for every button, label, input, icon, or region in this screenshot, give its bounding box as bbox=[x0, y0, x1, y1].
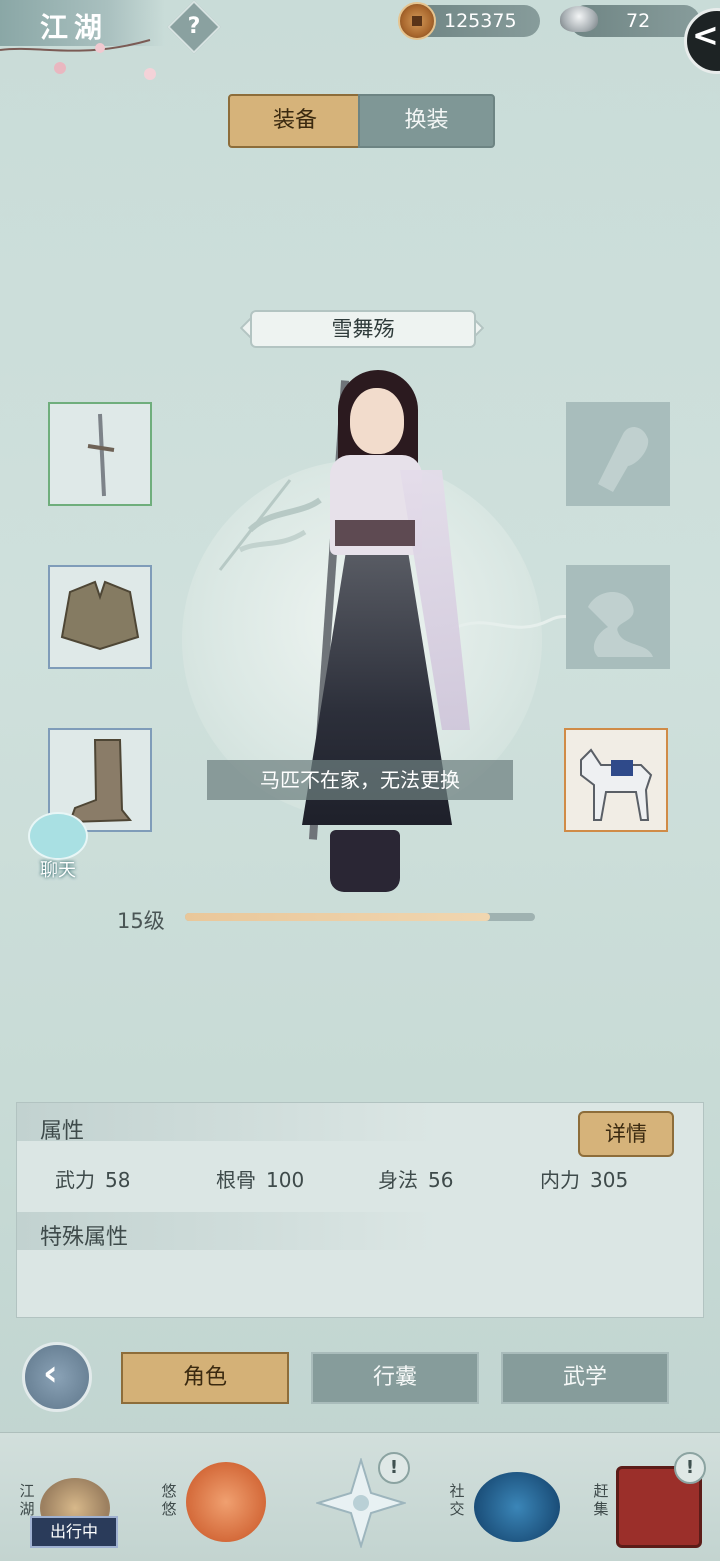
nav-jianghu-label: 江湖 bbox=[19, 1482, 35, 1518]
level-progress-bar bbox=[185, 913, 535, 921]
character-face bbox=[350, 388, 404, 454]
horse-icon bbox=[580, 748, 653, 821]
details-button[interactable]: 详情 bbox=[578, 1111, 674, 1157]
mount-notice: 马匹不在家，无法更换 bbox=[207, 760, 513, 800]
nav-ganji-alert-badge: ! bbox=[674, 1452, 706, 1484]
silver-ingot-icon bbox=[560, 6, 598, 32]
stat-wuli: 武力 58 bbox=[55, 1164, 130, 1193]
character-boots bbox=[330, 830, 400, 892]
charm-slot-empty[interactable] bbox=[566, 565, 670, 669]
stat-value: 305 bbox=[590, 1168, 629, 1192]
stat-value: 58 bbox=[105, 1168, 131, 1192]
stat-value: 100 bbox=[266, 1168, 305, 1192]
character-name: 雪舞殇 bbox=[250, 310, 476, 348]
swallows-icon bbox=[186, 1462, 266, 1542]
accessory-slot-empty[interactable] bbox=[566, 402, 670, 506]
chat-button[interactable] bbox=[28, 812, 88, 860]
wave-icon bbox=[474, 1472, 560, 1542]
sword-icon bbox=[87, 413, 115, 497]
attributes-title: 属性 bbox=[40, 1119, 85, 1144]
tab-martial[interactable]: 武学 bbox=[501, 1352, 669, 1404]
armor-slot[interactable] bbox=[48, 565, 152, 669]
cloud-charm-icon bbox=[588, 592, 653, 657]
tab-role[interactable]: 角色 bbox=[121, 1352, 289, 1404]
stat-gengu: 根骨 100 bbox=[216, 1164, 304, 1193]
stat-neili: 内力 305 bbox=[540, 1164, 628, 1193]
stat-name: 内力 bbox=[540, 1168, 580, 1192]
mount-slot[interactable] bbox=[564, 728, 668, 832]
level-label: 15级 bbox=[117, 909, 165, 933]
nav-center[interactable]: ! bbox=[310, 1448, 410, 1552]
silver-value: 72 bbox=[626, 10, 651, 32]
nav-center-alert-badge: ! bbox=[378, 1452, 410, 1484]
wrap-cloth-icon bbox=[598, 427, 649, 492]
stat-shenfa: 身法 56 bbox=[378, 1164, 453, 1193]
outing-status: 出行中 bbox=[30, 1516, 118, 1548]
level-progress-fill bbox=[185, 913, 490, 921]
stat-name: 身法 bbox=[378, 1168, 418, 1192]
tab-equipment[interactable]: 装备 bbox=[228, 94, 362, 148]
tab-outfit[interactable]: 换装 bbox=[358, 94, 495, 148]
coin-hole bbox=[412, 16, 422, 26]
nav-shejiao[interactable]: 社交 bbox=[444, 1448, 562, 1552]
special-attributes-title: 特殊属性 bbox=[40, 1225, 129, 1250]
tab-bag[interactable]: 行囊 bbox=[311, 1352, 479, 1404]
stat-value: 56 bbox=[428, 1168, 454, 1192]
nav-youyou[interactable]: 悠悠 bbox=[156, 1448, 274, 1552]
stat-name: 武力 bbox=[55, 1168, 95, 1192]
help-icon[interactable]: ? bbox=[175, 8, 213, 46]
nav-ganji-label: 赶集 bbox=[593, 1482, 609, 1518]
plum-branch-icon bbox=[0, 39, 156, 80]
back-arrow-icon: ‹ bbox=[43, 1353, 58, 1394]
stat-name: 根骨 bbox=[216, 1168, 256, 1192]
nav-youyou-label: 悠悠 bbox=[161, 1482, 177, 1518]
weapon-slot[interactable] bbox=[48, 402, 152, 506]
nav-ganji[interactable]: 赶集 ! bbox=[588, 1448, 706, 1552]
bamboo-decoration-icon bbox=[218, 479, 322, 571]
chat-label[interactable]: 聊天 bbox=[40, 856, 76, 882]
character-belt bbox=[335, 520, 415, 546]
back-button[interactable]: ‹ bbox=[22, 1342, 92, 1412]
copper-value: 125375 bbox=[444, 10, 517, 32]
nav-shejiao-label: 社交 bbox=[449, 1482, 465, 1518]
chevron-left-icon[interactable]: < bbox=[692, 16, 719, 54]
armor-vest-icon bbox=[60, 580, 140, 651]
